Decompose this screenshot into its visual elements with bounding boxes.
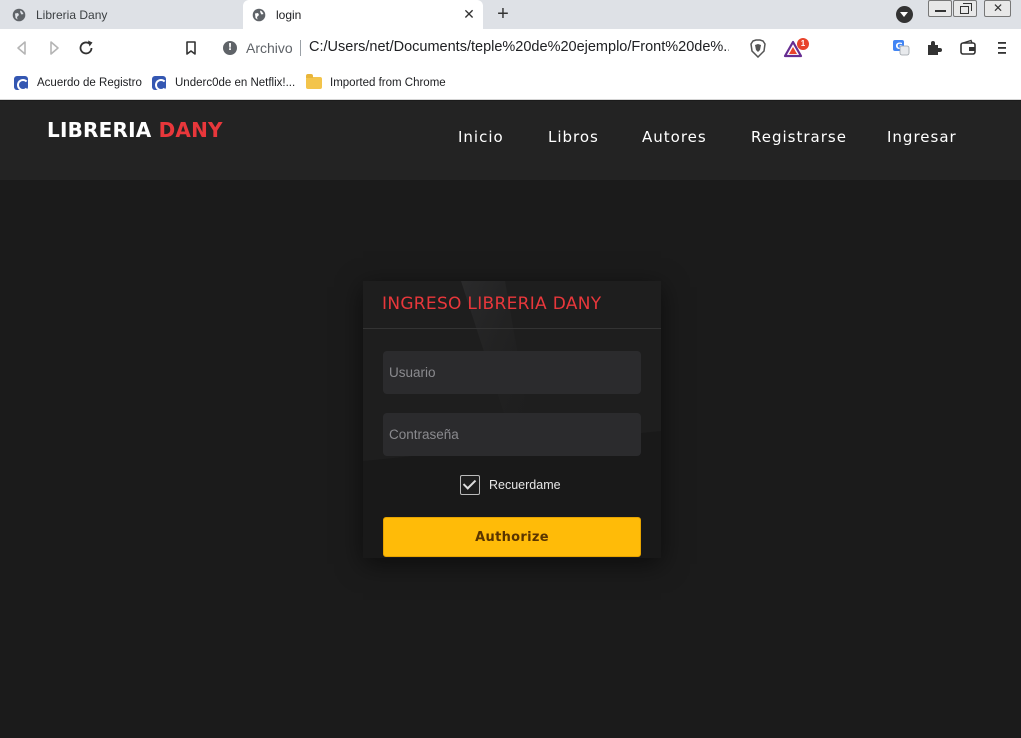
browser-tab-login[interactable]: login ✕ [243,0,483,29]
site-logo[interactable]: LIBRERIA DANY [47,118,223,142]
rewards-badge: 1 [797,38,809,50]
browser-toolbar: ! Archivo C:/Users/net/Documents/teple%2… [0,29,1021,67]
bookmark-icon[interactable] [181,38,201,58]
login-card: INGRESO LIBRERIA DANY Recuerdame Authori… [363,281,661,558]
reload-icon[interactable] [76,38,96,58]
extensions-icon[interactable] [924,38,944,58]
remember-checkbox[interactable] [460,475,480,495]
bookmark-folder-imported[interactable]: Imported from Chrome [306,74,446,92]
nav-link-libros[interactable]: Libros [548,128,599,146]
password-input[interactable] [383,413,641,456]
remember-me[interactable]: Recuerdame [460,475,561,495]
nav-link-registrarse[interactable]: Registrarse [751,128,847,146]
minimize-button[interactable] [928,0,952,17]
site-navbar: LIBRERIA DANY Inicio Libros Autores Regi… [0,101,1021,180]
login-title: INGRESO LIBRERIA DANY [382,294,602,314]
info-icon[interactable]: ! [223,41,237,55]
site-favicon-icon [152,76,167,91]
bookmark-label: Underc0de en Netflix!... [175,77,296,89]
bookmark-label: Imported from Chrome [330,77,446,89]
nav-link-inicio[interactable]: Inicio [458,128,504,146]
authorize-button[interactable]: Authorize [383,517,641,557]
bookmarks-bar: Acuerdo de Registro Underc0de en Netflix… [0,67,1021,100]
menu-icon[interactable] [992,38,1012,58]
login-card-header: INGRESO LIBRERIA DANY [363,281,661,329]
bookmark-label: Acuerdo de Registro [37,77,142,89]
bookmark-underc0de[interactable]: Underc0de en Netflix!... [152,74,295,92]
nav-link-ingresar[interactable]: Ingresar [887,128,957,146]
forward-icon[interactable] [44,38,64,58]
new-tab-button[interactable]: + [494,4,512,24]
tab-title: login [276,7,302,22]
globe-icon [12,8,26,21]
close-icon[interactable]: ✕ [461,6,477,22]
address-divider [300,40,301,56]
nav-link-autores[interactable]: Autores [642,128,707,146]
bookmark-acuerdo[interactable]: Acuerdo de Registro [14,74,142,92]
logo-primary: LIBRERIA [47,118,152,142]
back-icon[interactable] [12,38,32,58]
brave-shields-icon[interactable] [749,39,767,58]
wallet-icon[interactable] [958,38,978,58]
site-favicon-icon [14,76,29,91]
browser-tab-libreria[interactable]: Libreria Dany [0,0,242,29]
translate-icon[interactable]: G [891,38,911,58]
logo-accent: DANY [158,118,223,142]
tab-title: Libreria Dany [36,7,108,22]
folder-icon [306,74,322,89]
remember-label: Recuerdame [489,478,561,492]
close-window-button[interactable]: ✕ [984,0,1011,17]
globe-icon [252,8,266,21]
restore-button[interactable] [953,0,977,17]
address-url[interactable]: C:/Users/net/Documents/teple%20de%20ejem… [309,39,729,55]
address-scheme-label: Archivo [246,40,293,56]
address-bar[interactable]: ! Archivo C:/Users/net/Documents/teple%2… [213,34,809,62]
username-input[interactable] [383,351,641,394]
tab-search-dropdown-icon[interactable] [896,6,913,23]
browser-tabstrip: Libreria Dany login ✕ + ✕ [0,0,1021,29]
